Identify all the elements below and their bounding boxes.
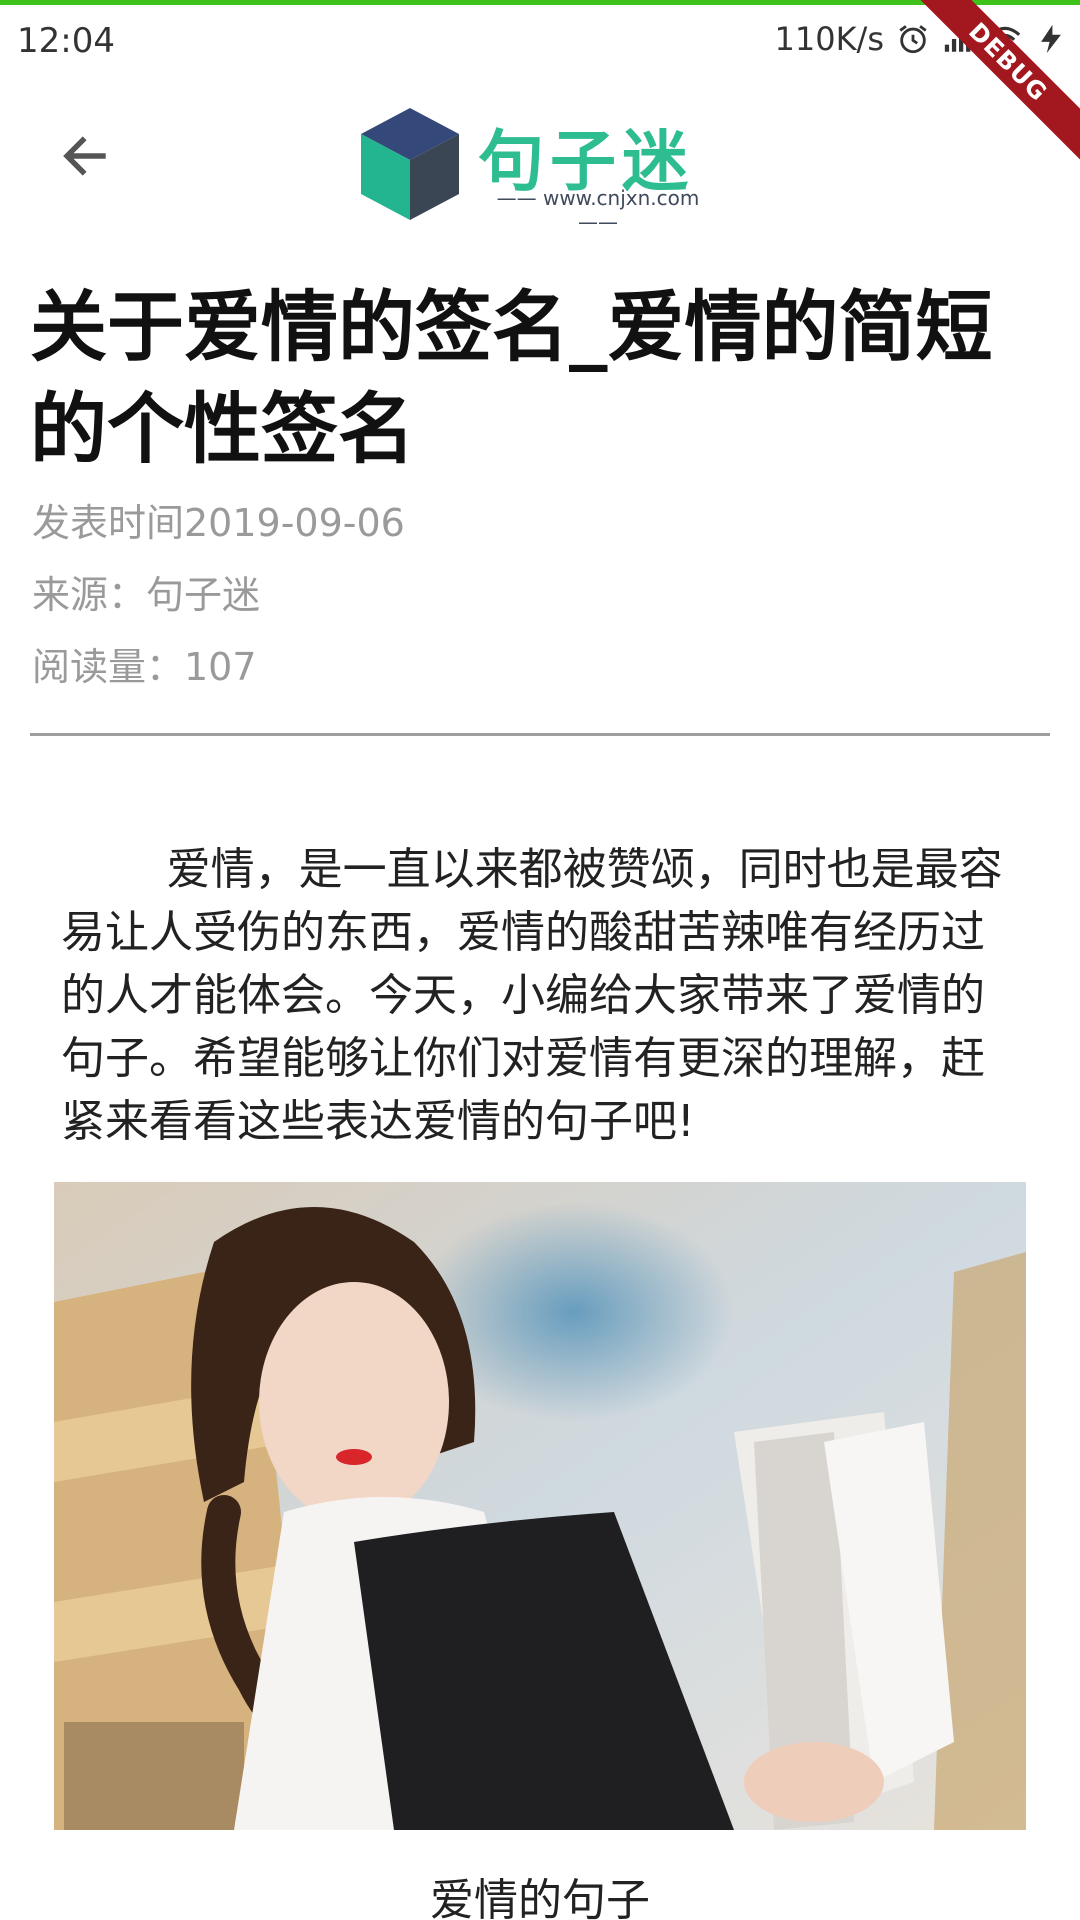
network-speed: 110K/s (774, 20, 884, 58)
cube-logo-icon (361, 108, 459, 220)
publish-time: 发表时间2019-09-06 (32, 501, 405, 545)
image-caption: 爱情的句子 (430, 1875, 650, 1920)
app-bar: 句子迷 —— www.cnjxn.com —— (0, 71, 1080, 241)
article-image (54, 1182, 1026, 1830)
divider (30, 733, 1050, 736)
article-body: 爱情，是一直以来都被赞颂，同时也是最容易让人受伤的东西，爱情的酸甜苦辣唯有经历过… (61, 844, 1003, 1147)
back-button[interactable] (50, 121, 120, 191)
read-count: 阅读量：107 (32, 645, 257, 689)
logo-url: —— www.cnjxn.com —— (496, 186, 700, 234)
status-time: 12:04 (17, 21, 115, 61)
arrow-left-icon (63, 136, 106, 176)
alarm-icon (899, 25, 927, 54)
article-source: 来源：句子迷 (32, 573, 261, 617)
charging-icon (1041, 24, 1061, 54)
article-title: 关于爱情的签名_爱情的简短的个性签名 (30, 284, 993, 475)
girl-with-books-photo (54, 1182, 1026, 1830)
site-logo: 句子迷 —— www.cnjxn.com —— (355, 104, 725, 234)
status-bar: 12:04 110K/s (0, 5, 1080, 71)
